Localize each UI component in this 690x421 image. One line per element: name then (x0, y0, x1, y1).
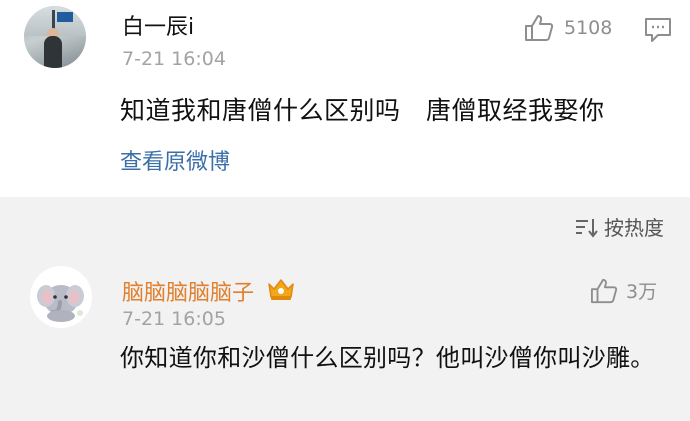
elephant-avatar (37, 285, 84, 322)
post-time: 7-21 16:04 (122, 48, 226, 70)
avatar-person (44, 36, 62, 68)
original-post: 白一辰i 7-21 16:04 5108 知道我和唐僧什么区别吗 唐僧取经我娶你… (0, 0, 690, 197)
comment-like-count: 3万 (626, 281, 658, 303)
comment-text: 你知道你和沙僧什么区别吗？他叫沙僧你叫沙雕。 (120, 344, 655, 372)
thumbs-up-icon (591, 278, 618, 303)
crown-icon (268, 279, 294, 300)
sort-label: 按热度 (604, 216, 664, 240)
avatar-sign (57, 12, 73, 22)
commenter-avatar[interactable] (30, 266, 92, 328)
post-username[interactable]: 白一辰i (122, 9, 194, 41)
sort-icon (576, 218, 598, 238)
view-original-link[interactable]: 查看原微博 (120, 144, 230, 176)
comment-like-button[interactable]: 3万 (590, 277, 657, 304)
thumbs-up-icon (525, 15, 554, 41)
post-like-button[interactable]: 5108 (524, 14, 612, 42)
comment-button[interactable] (644, 17, 672, 47)
comment-time: 7-21 16:05 (122, 308, 226, 330)
avatar[interactable] (24, 6, 86, 68)
post-text: 知道我和唐僧什么区别吗 唐僧取经我娶你 (120, 96, 605, 125)
comment-icon (645, 18, 671, 42)
post-like-count: 5108 (564, 17, 613, 39)
comments-section: 按热度 脑脑脑脑脑子 3万 7-21 16:05 你知道你和沙僧什么区别吗？他叫… (0, 197, 690, 421)
member-badge[interactable] (266, 276, 296, 306)
commenter-username[interactable]: 脑脑脑脑脑子 (122, 275, 254, 307)
sort-by-hot-button[interactable]: 按热度 (574, 212, 664, 241)
